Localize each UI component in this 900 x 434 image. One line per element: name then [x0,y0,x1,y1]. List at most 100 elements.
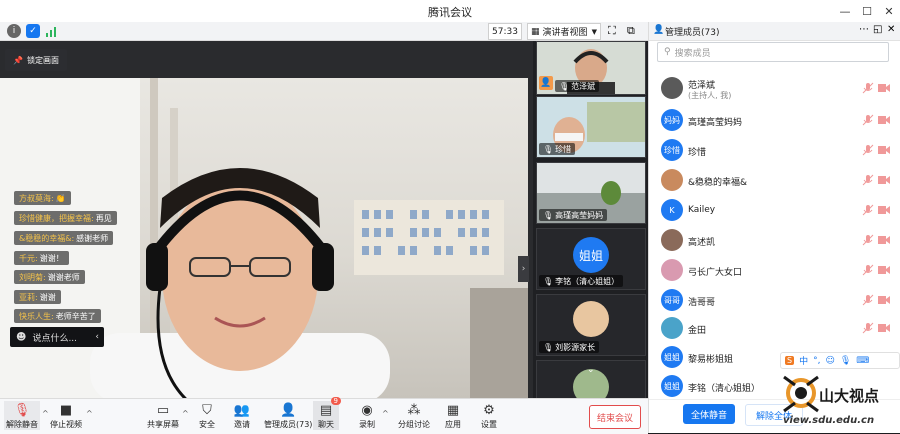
camera-off-icon[interactable] [878,115,890,125]
breakout-label: 分组讨论 [398,420,430,429]
unmute-label: 解除静音 [6,420,38,429]
layout-icon[interactable]: ⧉ [627,24,635,38]
breakout-button[interactable]: ⁂ 分组讨论 [398,401,430,430]
member-row[interactable]: 哥哥 浩哥哥 [649,286,900,316]
camera-off-icon[interactable] [878,235,890,245]
collapse-chat-icon[interactable]: ‹ [95,332,99,342]
apps-button[interactable]: ▦ 应用 [444,401,462,430]
thumbnail-name: 李铭（清心姐姐） [555,276,620,286]
member-row[interactable]: 珍惜 珍惜 [649,136,900,166]
lock-view-button[interactable]: 📌 锁定画面 [5,49,67,71]
end-meeting-button[interactable]: 结束会议 [589,405,641,429]
member-row[interactable]: 高述凯 [649,226,900,256]
mic-muted-icon[interactable] [862,294,874,306]
members-panel: 👤 管理成员(73) ⋯ ◱ ✕ ⚲ 搜索成员 范泽斌 (主持人, 我) 妈妈 … [648,22,900,433]
video-thumbnail[interactable]: 🎙 高瑾高莹妈妈 [536,162,646,224]
member-name: 弓长广大女口 [688,268,743,278]
chat-message: 千元: 谢谢！ [14,251,69,265]
member-row[interactable]: 弓长广大女口 [649,256,900,286]
invite-button[interactable]: 👥 邀请 [233,401,251,430]
chat-text: 谢谢！ [39,253,64,263]
view-mode-select[interactable]: ▦ 演讲者视图 ▼ [527,23,601,40]
chevron-up-icon[interactable]: ^ [182,409,189,418]
video-thumbnail[interactable]: ⌄ [536,360,646,398]
mic-muted-icon[interactable] [862,82,874,94]
close-panel-icon[interactable]: ✕ [887,24,895,35]
member-avatar: 妈妈 [661,109,683,131]
emoji-icon[interactable]: ☻ [16,332,26,343]
close-icon[interactable]: ✕ [878,0,900,22]
collapse-strip-button[interactable]: › [518,256,529,282]
mic-muted-icon[interactable] [862,174,874,186]
mute-all-button[interactable]: 全体静音 [683,404,735,424]
scroll-down-icon[interactable]: ⌄ [587,365,595,375]
chat-text: 老师辛苦了 [55,311,96,321]
member-row[interactable]: 范泽斌 (主持人, 我) [649,74,900,104]
member-row[interactable]: &稳稳的幸福& [649,166,900,196]
signal-icon[interactable] [45,25,59,40]
chat-input[interactable]: ☻ 说点什么... ‹ [10,327,104,347]
camera-off-icon[interactable] [878,265,890,275]
info-icon[interactable]: i [7,24,21,38]
share-screen-icon: ▭ [156,402,170,418]
chat-button[interactable]: ▤ 9 聊天 [313,397,341,430]
member-row[interactable]: 金田 [649,314,900,344]
main-stage: 📌 锁定画面 方叔莫海: 👏 珍惜健康，把握幸福: 再见 &稳稳的幸福&: 感谢… [0,41,533,398]
camera-off-icon[interactable] [878,83,890,93]
chevron-up-icon[interactable]: ^ [42,409,49,418]
manage-members-button[interactable]: 👤 管理成员(73) [264,401,312,430]
stop-video-button[interactable]: ■ 停止视频 [50,401,82,430]
member-avatar [661,169,683,191]
fullscreen-icon[interactable]: ⛶ [608,24,616,38]
breakout-icon: ⁂ [407,402,421,418]
share-screen-button[interactable]: ▭ 共享屏幕 [147,401,179,430]
search-input[interactable]: ⚲ 搜索成员 [657,42,889,62]
chevron-down-icon: ▼ [591,27,597,36]
ime-toolbar[interactable]: S 中 °, ☺ 🎙 ⌨ [780,352,900,369]
mic-muted-icon[interactable] [862,114,874,126]
settings-label: 设置 [481,420,497,429]
security-label: 安全 [199,420,215,429]
record-button[interactable]: ◉ 录制 [358,401,376,430]
video-thumbnail[interactable]: 🎙 珍惜 [536,96,646,158]
record-icon: ◉ [361,402,373,418]
camera-off-icon[interactable] [878,205,890,215]
member-row[interactable]: K Kailey [649,196,900,226]
chevron-up-icon[interactable]: ^ [382,409,389,418]
keyboard-icon: ⌨ [856,355,870,366]
chat-sender: 方叔莫海: [19,193,54,203]
chevron-up-icon[interactable]: ^ [86,409,93,418]
chat-sender: 千元: [19,253,38,263]
shield-icon[interactable]: ✓ [26,24,40,38]
camera-off-icon[interactable] [878,145,890,155]
camera-off-icon[interactable] [878,323,890,333]
ime-mode-label: 中 [799,357,809,367]
security-button[interactable]: ⛉ 安全 [198,401,216,430]
minimize-icon[interactable]: — [834,0,856,22]
mic-icon: 🎙 [543,210,554,220]
chat-text: 👏 [55,193,66,203]
maximize-icon[interactable]: ☐ [856,0,878,22]
mic-muted-icon[interactable] [862,204,874,216]
more-icon[interactable]: ⋯ [859,24,869,35]
mic-muted-icon[interactable] [862,264,874,276]
emoji-icon: ☺ [825,355,835,366]
video-thumbnail[interactable]: 🎙 刘影源家长 [536,294,646,356]
video-thumbnail[interactable]: 姐姐 🎙 李铭（清心姐姐） [536,228,646,290]
member-avatar: 哥哥 [661,289,683,311]
mic-muted-icon[interactable] [862,322,874,334]
video-thumbnail[interactable]: 👤 🎙 范泽斌 [536,41,646,95]
chat-text: 谢谢老师 [47,272,80,282]
watermark-name: 山大视点 [819,387,880,405]
settings-button[interactable]: ⚙ 设置 [480,401,498,430]
thumbnail-label: 🎙 范泽斌 [555,80,600,92]
camera-off-icon[interactable] [878,175,890,185]
mic-muted-icon[interactable] [862,144,874,156]
unmute-button[interactable]: 🎙 解除静音 [4,401,40,430]
member-row[interactable]: 妈妈 高瑾高莹妈妈 [649,106,900,136]
settings-icon: ⚙ [483,402,495,418]
apps-label: 应用 [445,420,461,429]
camera-off-icon[interactable] [878,295,890,305]
mic-muted-icon[interactable] [862,234,874,246]
pop-out-icon[interactable]: ◱ [873,24,882,35]
